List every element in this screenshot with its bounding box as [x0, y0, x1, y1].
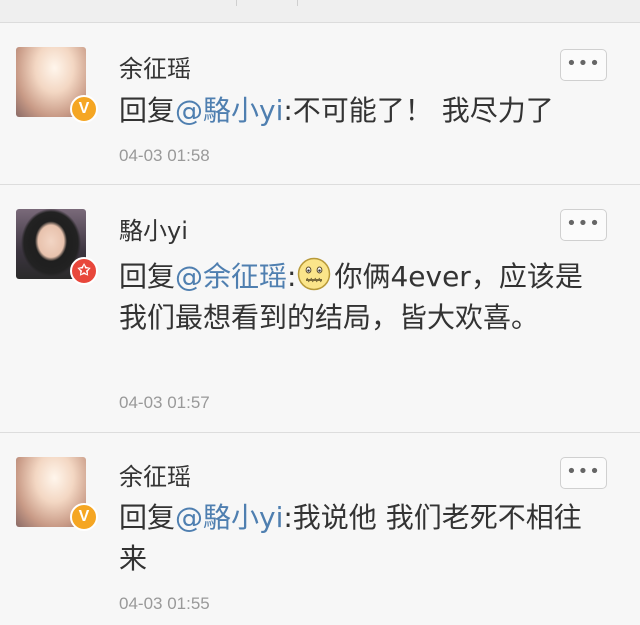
reply-prefix: 回复 [119, 94, 176, 127]
username[interactable]: 余征瑶 [119, 49, 191, 84]
reply-prefix: 回复 [119, 501, 176, 534]
top-edge [0, 0, 640, 23]
comment-text: 回复@駱小yi:不可能了！ 我尽力了 [119, 90, 589, 131]
more-options-button[interactable]: ••• [560, 49, 607, 81]
timestamp: 04-03 01:55 [119, 594, 210, 613]
mention-link[interactable]: @駱小yi [175, 501, 283, 534]
mention-link[interactable]: @余征瑶 [175, 260, 287, 293]
username[interactable]: 余征瑶 [119, 457, 191, 492]
talent-badge-icon: ✩ [70, 257, 98, 285]
top-divider [236, 0, 298, 6]
comment-body: :不可能了！ 我尽力了 [283, 94, 554, 127]
more-options-button[interactable]: ••• [560, 209, 607, 241]
verified-badge-icon: V [70, 503, 98, 531]
mention-link[interactable]: @駱小yi [175, 94, 283, 127]
comment-item: V 余征瑶 ••• 回复@駱小yi:不可能了！ 我尽力了 04-03 01:58 [0, 23, 640, 185]
more-options-button[interactable]: ••• [560, 457, 607, 489]
timestamp: 04-03 01:58 [119, 146, 210, 165]
comment-text: 回复@余征瑶: 你俩4ever，应该是我们最想看到的结局，皆大欢喜。 [119, 256, 589, 338]
comment-item: V 余征瑶 ••• 回复@駱小yi:我说他 我们老死不相往来 04-03 01:… [0, 433, 640, 625]
timestamp: 04-03 01:57 [119, 393, 210, 412]
reply-prefix: 回复 [119, 260, 176, 293]
comment-item: ✩ 駱小yi ••• 回复@余征瑶: 你俩4ever，应该是我们最想看到的结局，… [0, 185, 640, 433]
verified-badge-icon: V [70, 95, 98, 123]
comment-text: 回复@駱小yi:我说他 我们老死不相往来 [119, 497, 589, 579]
username[interactable]: 駱小yi [119, 211, 188, 246]
zipper-mouth-emoji-icon [298, 257, 331, 291]
mention-colon: : [287, 260, 297, 293]
